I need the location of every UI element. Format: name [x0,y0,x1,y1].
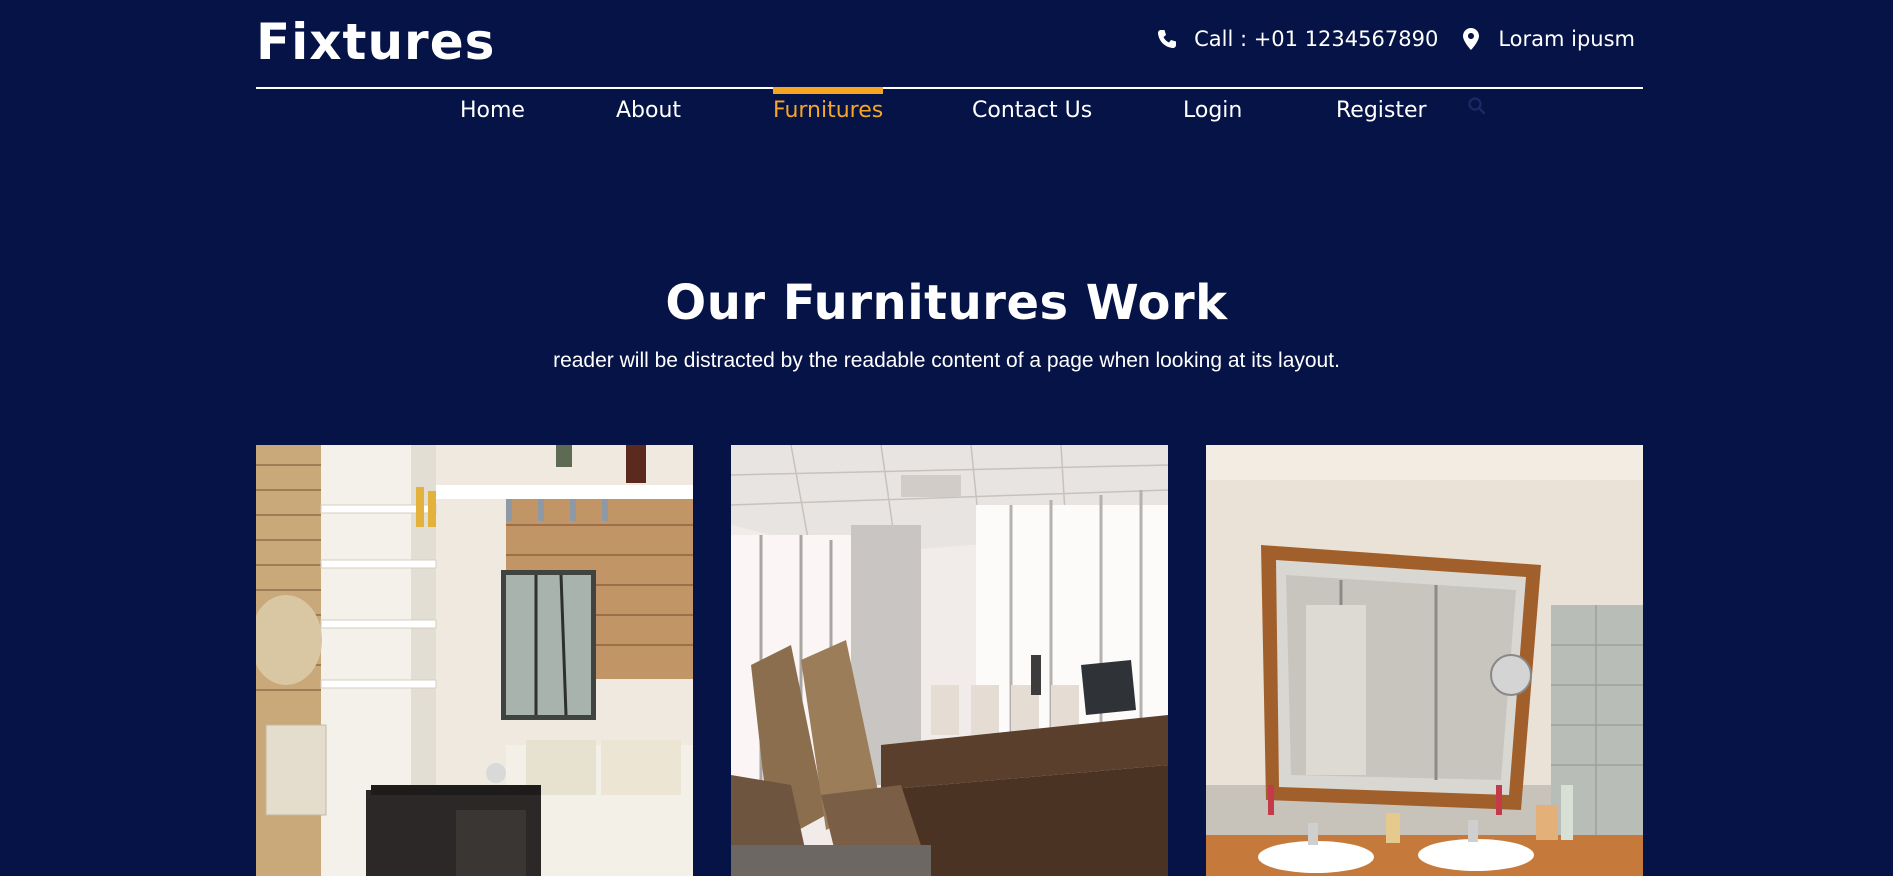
section-title: Our Furnitures Work [665,275,1228,331]
main-nav: Home About Furnitures Contact Us Login R… [0,87,1893,131]
nav-home[interactable]: Home [460,87,525,131]
nav-login[interactable]: Login [1183,87,1242,131]
phone-icon [1156,25,1178,53]
living-room-image [256,445,693,876]
site-logo[interactable]: Fixtures [256,14,495,70]
conference-room-image [731,445,1168,876]
gallery-item-living-room[interactable] [256,445,693,876]
gallery-item-bathroom[interactable] [1206,445,1643,876]
phone-text[interactable]: Call : +01 1234567890 [1194,22,1438,56]
location-pin-icon [1460,25,1482,53]
nav-contact-us[interactable]: Contact Us [972,87,1092,131]
section-subtitle: reader will be distracted by the readabl… [553,349,1340,372]
location-text[interactable]: Loram ipusm [1498,22,1635,56]
nav-about[interactable]: About [616,87,681,131]
nav-furnitures[interactable]: Furnitures [773,87,884,131]
nav-register[interactable]: Register [1336,87,1427,131]
search-icon[interactable] [1467,96,1489,118]
header-contact: Call : +01 1234567890 Loram ipusm [1156,22,1635,56]
gallery-item-conference-room[interactable] [731,445,1168,876]
bathroom-image [1206,445,1643,876]
